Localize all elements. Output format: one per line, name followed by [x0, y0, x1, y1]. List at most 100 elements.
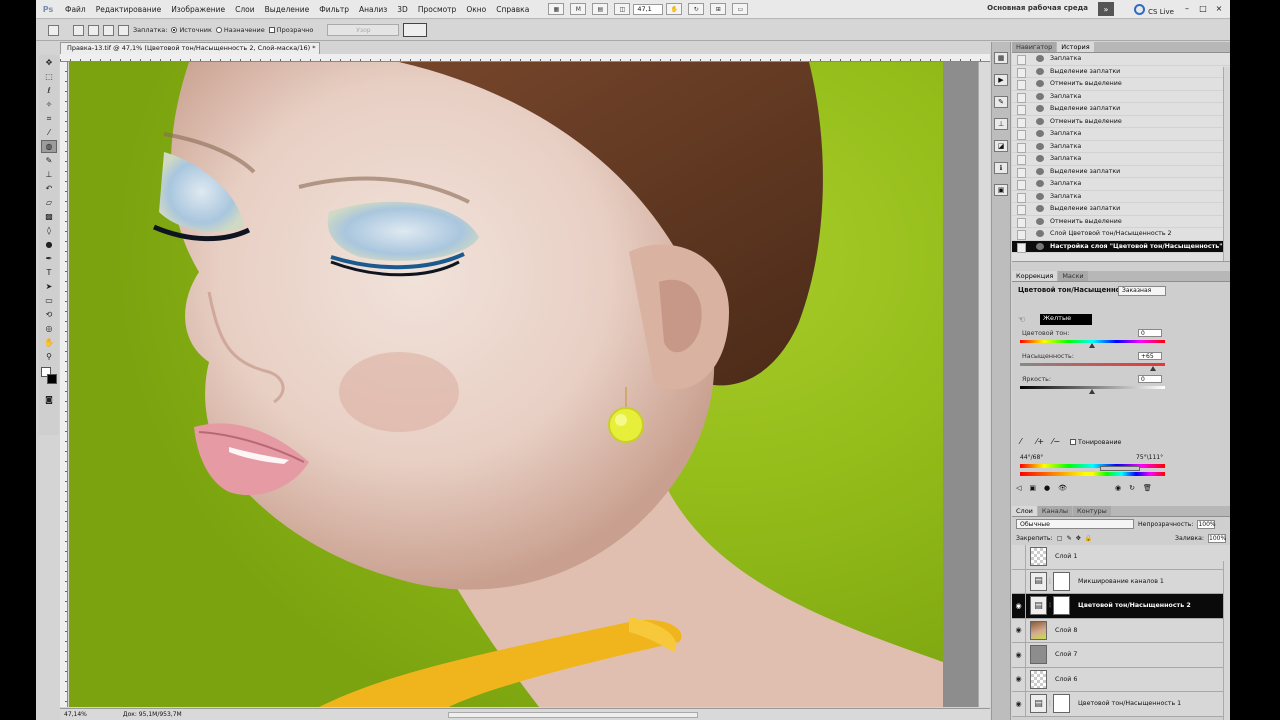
- fill-input[interactable]: 100%: [1208, 533, 1226, 543]
- screen-mode-icon[interactable]: ▭: [732, 3, 749, 15]
- bridge-icon[interactable]: ▦: [548, 3, 565, 15]
- subtract-selection-icon[interactable]: [103, 24, 114, 36]
- layer-visibility-eye-icon[interactable]: ◉: [1012, 593, 1026, 618]
- layer-row[interactable]: Слой 1: [1012, 544, 1230, 570]
- background-color-swatch[interactable]: [47, 374, 57, 384]
- new-selection-icon[interactable]: [73, 24, 84, 36]
- type-tool-icon[interactable]: T: [41, 266, 57, 279]
- layer-row[interactable]: ◉ ▤ ⋮ Цветовой тон/Насыщенность 1: [1012, 691, 1230, 717]
- maximize-button[interactable]: □: [1196, 3, 1210, 14]
- history-item[interactable]: Заплатка: [1012, 128, 1230, 141]
- menu-analysis[interactable]: Анализ: [354, 5, 392, 14]
- extras-icon[interactable]: ▤: [592, 3, 609, 15]
- view-previous-icon[interactable]: ◉: [1115, 484, 1121, 492]
- hue-value-input[interactable]: 0: [1138, 329, 1162, 337]
- transparent-checkbox[interactable]: Прозрачно: [268, 26, 313, 34]
- menu-window[interactable]: Окно: [461, 5, 491, 14]
- vertical-scrollbar[interactable]: [978, 62, 990, 707]
- styles-panel-icon[interactable]: ◪: [994, 140, 1008, 152]
- history-item[interactable]: Заплатка: [1012, 53, 1230, 66]
- return-icon[interactable]: ◁: [1016, 484, 1021, 492]
- lock-all-icon[interactable]: 🔒: [1085, 534, 1093, 542]
- saturation-slider-thumb[interactable]: [1150, 366, 1156, 371]
- history-item[interactable]: Отменить выделение: [1012, 216, 1230, 228]
- layer-thumbnail[interactable]: ▤: [1030, 596, 1047, 616]
- zoom-level-icon[interactable]: ◫: [614, 3, 631, 15]
- gradient-tool-icon[interactable]: ▩: [41, 210, 57, 223]
- hand-tool-icon[interactable]: ✋: [41, 336, 57, 349]
- canvas-area[interactable]: [69, 62, 990, 707]
- workspace-more-icon[interactable]: »: [1098, 2, 1114, 16]
- info-panel-icon[interactable]: ℹ: [994, 162, 1008, 174]
- cs-live-button[interactable]: CS Live: [1134, 4, 1174, 16]
- document-tab[interactable]: Правка-13.tif @ 47,1% (Цветовой тон/Насы…: [60, 42, 320, 54]
- layer-visibility-eye-icon[interactable]: ◉: [1012, 691, 1026, 716]
- crop-tool-icon[interactable]: ⌗: [41, 112, 57, 125]
- history-item[interactable]: Отменить выделение: [1012, 116, 1230, 128]
- use-pattern-button[interactable]: Узор: [327, 24, 400, 36]
- destination-radio[interactable]: Назначение: [215, 26, 265, 34]
- menu-help[interactable]: Справка: [491, 5, 534, 14]
- magic-wand-tool-icon[interactable]: ✧: [41, 98, 57, 111]
- layer-thumbnail[interactable]: [1030, 645, 1047, 665]
- photo-canvas[interactable]: [69, 62, 943, 707]
- layer-row[interactable]: ◉ Слой 8: [1012, 618, 1230, 643]
- lock-transparency-icon[interactable]: ▢: [1057, 535, 1063, 542]
- shape-tool-icon[interactable]: ▭: [41, 294, 57, 307]
- menu-image[interactable]: Изображение: [166, 5, 230, 14]
- tab-history[interactable]: История: [1057, 42, 1094, 52]
- zoom-tool-icon[interactable]: ⚲: [41, 350, 57, 363]
- visibility-icon[interactable]: 👁: [1058, 484, 1067, 492]
- history-item[interactable]: Настройка слоя "Цветовой тон/Насыщенност…: [1012, 240, 1230, 253]
- actions-panel-icon[interactable]: ▶: [994, 74, 1008, 86]
- blur-tool-icon[interactable]: ◊: [41, 224, 57, 237]
- history-item[interactable]: Отменить выделение: [1012, 78, 1230, 91]
- layer-visibility-eye-icon[interactable]: ◉: [1012, 667, 1026, 692]
- history-item[interactable]: Заплатка: [1012, 153, 1230, 166]
- history-brush-tool-icon[interactable]: ↶: [41, 182, 57, 195]
- menu-filter[interactable]: Фильтр: [314, 5, 354, 14]
- tab-channels[interactable]: Каналы: [1037, 506, 1073, 516]
- minimize-button[interactable]: –: [1180, 3, 1194, 14]
- layer-visibility-eye-icon[interactable]: ◉: [1012, 642, 1026, 667]
- horizontal-ruler[interactable]: [60, 54, 990, 62]
- clip-to-layer-icon[interactable]: ●: [1044, 484, 1050, 492]
- layer-row[interactable]: ◉ Слой 6: [1012, 667, 1230, 692]
- lightness-value-input[interactable]: 0: [1138, 375, 1162, 383]
- lasso-tool-icon[interactable]: ℓ: [41, 84, 57, 97]
- opacity-input[interactable]: 100%: [1197, 519, 1216, 529]
- clone-stamp-tool-icon[interactable]: ⊥: [41, 168, 57, 181]
- tab-paths[interactable]: Контуры: [1073, 506, 1111, 516]
- add-selection-icon[interactable]: [88, 24, 99, 36]
- layer-thumbnail[interactable]: ▤: [1030, 694, 1047, 714]
- layer-visibility-eye-icon[interactable]: [1012, 569, 1026, 594]
- navigator-panel-icon[interactable]: ▦: [994, 52, 1008, 64]
- lock-pixels-icon[interactable]: ✎: [1067, 535, 1072, 542]
- history-item[interactable]: Заплатка: [1012, 191, 1230, 203]
- reset-icon[interactable]: ↻: [1129, 484, 1135, 492]
- range-select[interactable]: Желтые: [1040, 314, 1092, 325]
- 3d-rotate-tool-icon[interactable]: ⟲: [41, 308, 57, 321]
- layer-visibility-eye-icon[interactable]: ◉: [1012, 618, 1026, 643]
- history-item[interactable]: Заплатка: [1012, 178, 1230, 191]
- workspace-label[interactable]: Основная рабочая среда: [987, 4, 1088, 12]
- menu-layers[interactable]: Слои: [230, 5, 260, 14]
- layer-thumbnail[interactable]: ▤: [1030, 571, 1047, 591]
- status-doc-size[interactable]: Док: 95,1M/953,7M: [123, 711, 182, 718]
- tab-navigator[interactable]: Навигатор: [1012, 42, 1057, 52]
- history-item[interactable]: Слой Цветовой тон/Насыщенность 2: [1012, 228, 1230, 241]
- marquee-tool-icon[interactable]: ⬚: [41, 70, 57, 83]
- hue-slider-thumb[interactable]: [1089, 343, 1095, 348]
- history-scrollbar[interactable]: [1223, 67, 1230, 261]
- tab-adjustments[interactable]: Коррекция: [1012, 271, 1058, 281]
- tab-layers[interactable]: Слои: [1012, 506, 1037, 516]
- brush-tool-icon[interactable]: ✎: [41, 154, 57, 167]
- patch-tool-preset-icon[interactable]: [48, 24, 59, 36]
- color-swatches[interactable]: [40, 367, 58, 389]
- clone-source-panel-icon[interactable]: ⊥: [994, 118, 1008, 130]
- layer-row[interactable]: ▤ ⋮ Микширование каналов 1: [1012, 569, 1230, 594]
- tab-masks[interactable]: Маски: [1058, 271, 1088, 281]
- range-selector[interactable]: [1100, 466, 1140, 471]
- quick-mask-icon[interactable]: ◙: [41, 393, 57, 406]
- layer-visibility-eye-icon[interactable]: [1012, 544, 1026, 569]
